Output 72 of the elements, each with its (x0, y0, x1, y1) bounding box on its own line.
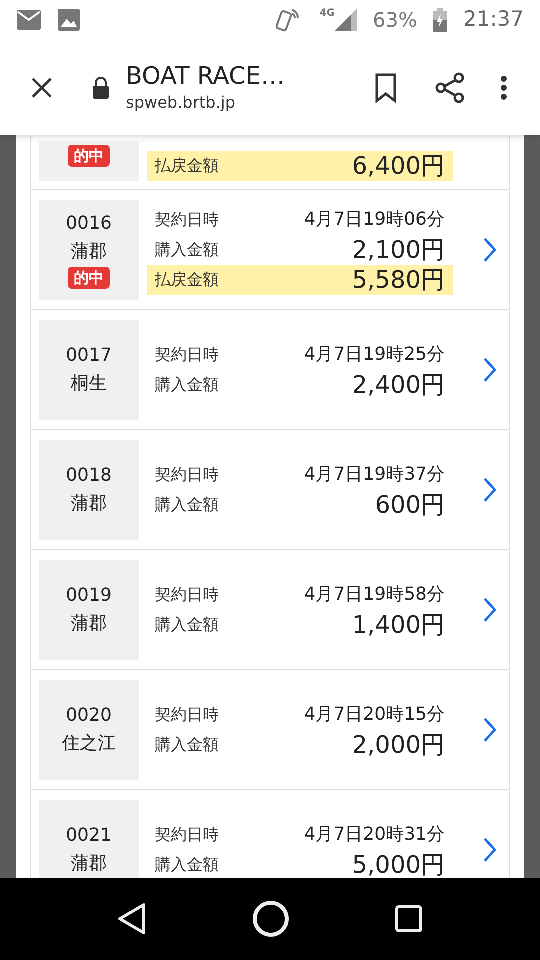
image-icon (58, 9, 80, 31)
page-title: BOAT RACE… (126, 60, 286, 90)
row-label: 購入金額 (155, 854, 219, 876)
row-label: 契約日時 (155, 824, 219, 846)
bet-number: 0016 (66, 212, 112, 236)
chevron-right-icon (483, 476, 497, 502)
row-value: 2,400円 (352, 370, 445, 400)
chevron-right-icon (483, 836, 497, 862)
row-label: 購入金額 (155, 614, 219, 636)
page-url: spweb.brtb.jp (126, 92, 237, 114)
venue-name: 住之江 (62, 732, 116, 756)
battery-charging-icon (433, 8, 448, 32)
bet-number: 0019 (66, 584, 112, 608)
row-value: 4月7日19時58分 (304, 583, 445, 607)
bet-card[interactable]: 0019 蒲郡 契約日時 4月7日19時58分 購入金額 1,400円 (30, 550, 510, 670)
row-value: 4月7日19時06分 (304, 208, 445, 232)
bookmark-icon (375, 72, 397, 102)
row-label: 払戻金額 (155, 268, 219, 290)
bet-card[interactable]: 0016 蒲郡 的中 契約日時 4月7日19時06分 購入金額 2,100円 払戻金額 5,580円 (30, 190, 510, 310)
venue-name: 蒲郡 (71, 612, 107, 636)
home-button[interactable] (252, 900, 290, 938)
row-value: 5,580円 (352, 264, 445, 296)
battery-percent: 63% (373, 7, 418, 34)
bet-card[interactable]: 0017 桐生 契約日時 4月7日19時25分 購入金額 2,400円 (30, 310, 510, 430)
back-button[interactable] (116, 902, 147, 936)
row-value: 600円 (375, 490, 445, 520)
recents-button[interactable] (395, 905, 424, 933)
row-value: 2,100円 (352, 234, 445, 266)
more-icon (500, 74, 508, 100)
hit-badge: 的中 (68, 266, 110, 288)
row-label: 払戻金額 (155, 155, 219, 177)
venue-name: 蒲郡 (71, 240, 107, 264)
row-value: 6,400円 (352, 151, 445, 182)
venue-name: 蒲郡 (71, 492, 107, 516)
row-label: 購入金額 (155, 238, 219, 260)
row-label: 購入金額 (155, 734, 219, 756)
row-value: 2,000円 (352, 730, 445, 760)
row-value: 5,000円 (352, 850, 445, 878)
chevron-right-icon (483, 356, 497, 382)
bet-number: 0018 (66, 464, 112, 488)
venue-name: 桐生 (71, 372, 107, 396)
chevron-right-icon (483, 236, 497, 262)
lock-icon (92, 76, 110, 98)
row-value: 4月7日19時37分 (304, 463, 445, 487)
row-label: 購入金額 (155, 494, 219, 516)
bet-card[interactable]: 0018 蒲郡 契約日時 4月7日19時37分 購入金額 600円 (30, 430, 510, 550)
row-label: 契約日時 (155, 344, 219, 366)
row-value: 1,400円 (352, 610, 445, 640)
close-icon (31, 76, 53, 98)
bet-number: 0017 (66, 344, 112, 368)
share-icon (434, 72, 466, 104)
row-label: 契約日時 (155, 704, 219, 726)
bet-card[interactable]: 0021 蒲郡 契約日時 4月7日20時31分 購入金額 5,000円 (30, 790, 510, 878)
chevron-right-icon (483, 596, 497, 622)
signal-icon (335, 9, 358, 31)
bet-card[interactable]: 的中 払戻金額 6,400円 (30, 135, 510, 190)
hit-badge: 的中 (68, 145, 110, 167)
bet-number: 0020 (66, 704, 112, 728)
mail-icon (16, 9, 42, 31)
row-value: 4月7日20時15分 (304, 703, 445, 727)
bet-card[interactable]: 0020 住之江 契約日時 4月7日20時15分 購入金額 2,000円 (30, 670, 510, 790)
row-label: 契約日時 (155, 208, 219, 230)
row-value: 4月7日19時25分 (304, 343, 445, 367)
row-label: 購入金額 (155, 374, 219, 396)
chevron-right-icon (483, 716, 497, 742)
row-label: 契約日時 (155, 464, 219, 486)
network-label: 4G (320, 9, 336, 19)
bet-number: 0021 (66, 824, 112, 848)
row-label: 契約日時 (155, 584, 219, 606)
clock: 21:37 (463, 6, 524, 34)
row-value: 4月7日20時31分 (304, 823, 445, 847)
venue-name: 蒲郡 (71, 852, 107, 876)
